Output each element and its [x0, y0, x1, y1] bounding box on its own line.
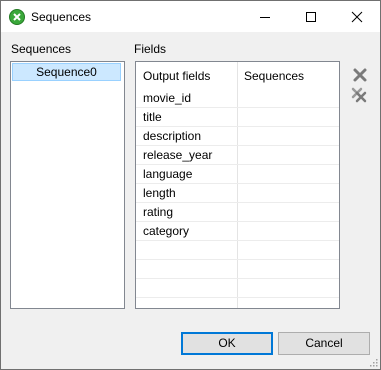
fields-table[interactable]: Output fields Sequences movie_id title d…: [135, 61, 340, 309]
sequences-label: Sequences: [11, 42, 72, 56]
resize-grip-icon[interactable]: [368, 357, 378, 367]
column-header-sequences[interactable]: Sequences: [237, 62, 339, 88]
sequences-list[interactable]: Sequence0: [10, 61, 125, 309]
field-name: release_year: [143, 148, 213, 162]
table-row[interactable]: description: [136, 127, 339, 146]
table-row-empty: [136, 279, 339, 298]
window-title: Sequences: [31, 10, 92, 24]
table-row[interactable]: release_year: [136, 146, 339, 165]
delete-icon[interactable]: [352, 67, 368, 83]
fields-label: Fields: [134, 42, 167, 56]
table-row[interactable]: length: [136, 184, 339, 203]
column-header-output-fields[interactable]: Output fields: [136, 62, 237, 88]
minimize-button[interactable]: [242, 1, 288, 32]
field-name: title: [143, 110, 162, 124]
maximize-button[interactable]: [288, 1, 334, 32]
close-button[interactable]: [334, 1, 380, 32]
table-row-empty: [136, 241, 339, 260]
table-row[interactable]: movie_id: [136, 89, 339, 108]
field-name: rating: [143, 205, 174, 219]
list-item[interactable]: Sequence0: [12, 63, 121, 81]
field-name: language: [143, 167, 193, 181]
sequences-dialog: Sequences Sequences Fields Sequence0 Out…: [0, 0, 381, 370]
close-icon: [351, 11, 363, 23]
maximize-icon: [306, 12, 316, 22]
ok-button[interactable]: OK: [181, 332, 273, 355]
field-name: length: [143, 186, 176, 200]
field-name: description: [143, 129, 202, 143]
field-name: category: [143, 224, 190, 238]
field-name: movie_id: [143, 91, 192, 105]
title-bar: Sequences: [1, 1, 380, 32]
table-row[interactable]: title: [136, 108, 339, 127]
delete-all-icon[interactable]: [351, 87, 367, 103]
table-row[interactable]: rating: [136, 203, 339, 222]
table-row-empty: [136, 260, 339, 279]
table-row[interactable]: language: [136, 165, 339, 184]
app-icon: [9, 9, 25, 25]
table-row[interactable]: category: [136, 222, 339, 241]
minimize-icon: [260, 17, 270, 18]
cancel-button[interactable]: Cancel: [278, 332, 370, 355]
